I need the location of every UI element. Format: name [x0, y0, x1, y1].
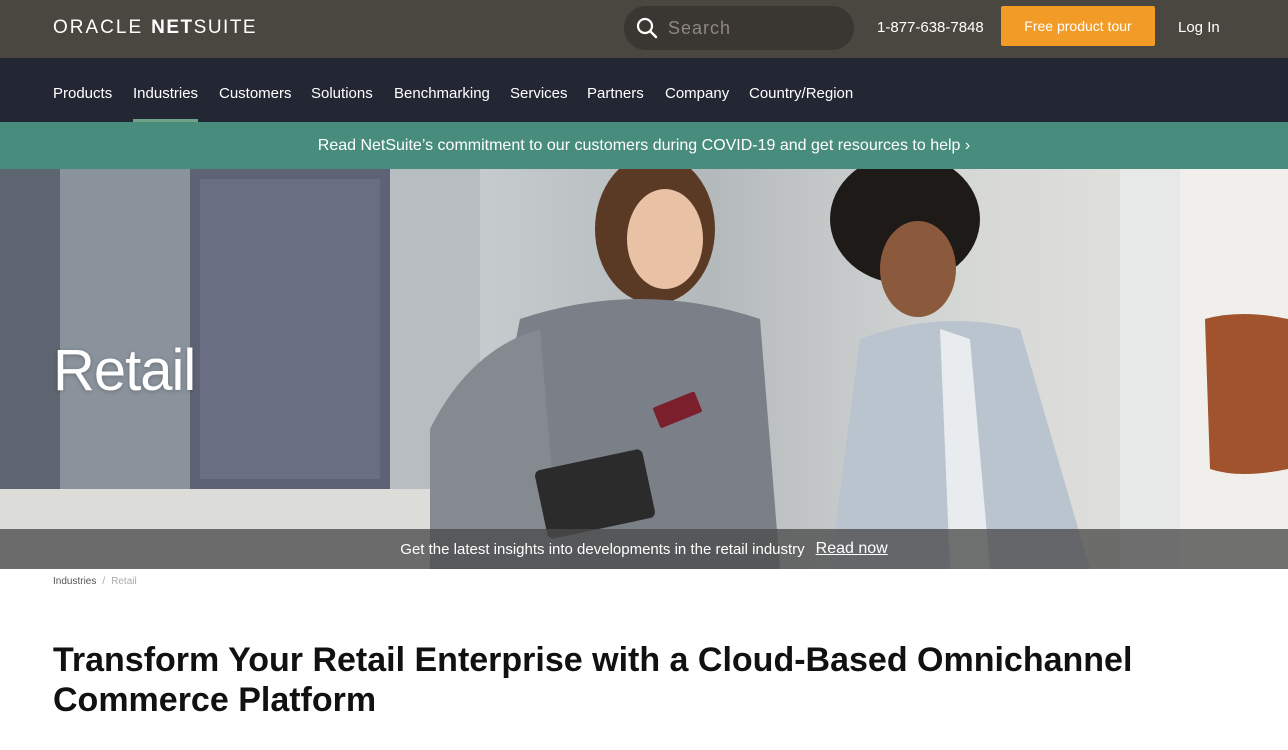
search-input[interactable]	[668, 13, 838, 43]
oracle-netsuite-logo[interactable]: ORACLE NETSUITE	[53, 17, 257, 39]
breadcrumb-retail: Retail	[111, 576, 137, 587]
insight-text: Get the latest insights into development…	[400, 540, 805, 558]
insight-bar: Get the latest insights into development…	[0, 529, 1288, 569]
logo-net-text: NET	[151, 17, 194, 38]
nav-item-benchmarking[interactable]: Benchmarking	[394, 85, 490, 122]
free-product-tour-button[interactable]: Free product tour	[1001, 6, 1155, 46]
page-heading: Transform Your Retail Enterprise with a …	[53, 641, 1133, 719]
phone-number-link[interactable]: 1-877-638-7848	[877, 19, 984, 36]
breadcrumb-industries[interactable]: Industries	[53, 576, 96, 587]
hero-title: Retail	[53, 338, 196, 403]
breadcrumb: Industries / Retail	[53, 576, 137, 587]
top-bar: ORACLE NETSUITE 1-877-638-7848 Free produ…	[0, 0, 1288, 58]
nav-item-services[interactable]: Services	[510, 85, 568, 122]
nav-item-industries[interactable]: Industries	[133, 85, 199, 122]
log-in-link[interactable]: Log In	[1178, 19, 1220, 36]
nav-item-company[interactable]: Company	[665, 85, 729, 122]
nav-item-country-region[interactable]: Country/Region	[749, 85, 853, 122]
search-icon[interactable]	[636, 17, 658, 39]
logo-suite-text: SUITE	[193, 17, 258, 38]
logo-oracle-text: ORACLE	[53, 17, 144, 38]
main-nav: Products Industries Customers Solutions …	[0, 58, 1288, 122]
read-now-link[interactable]: Read now	[816, 540, 888, 558]
nav-item-solutions[interactable]: Solutions	[311, 85, 373, 122]
nav-item-customers[interactable]: Customers	[219, 85, 292, 122]
hero-banner: Retail Get the latest insights into deve…	[0, 169, 1288, 569]
nav-item-partners[interactable]: Partners	[587, 85, 644, 122]
nav-item-products[interactable]: Products	[53, 85, 112, 122]
search-box[interactable]	[624, 6, 854, 50]
covid-banner-link[interactable]: Read NetSuite’s commitment to our custom…	[0, 122, 1288, 169]
breadcrumb-separator: /	[102, 576, 106, 587]
